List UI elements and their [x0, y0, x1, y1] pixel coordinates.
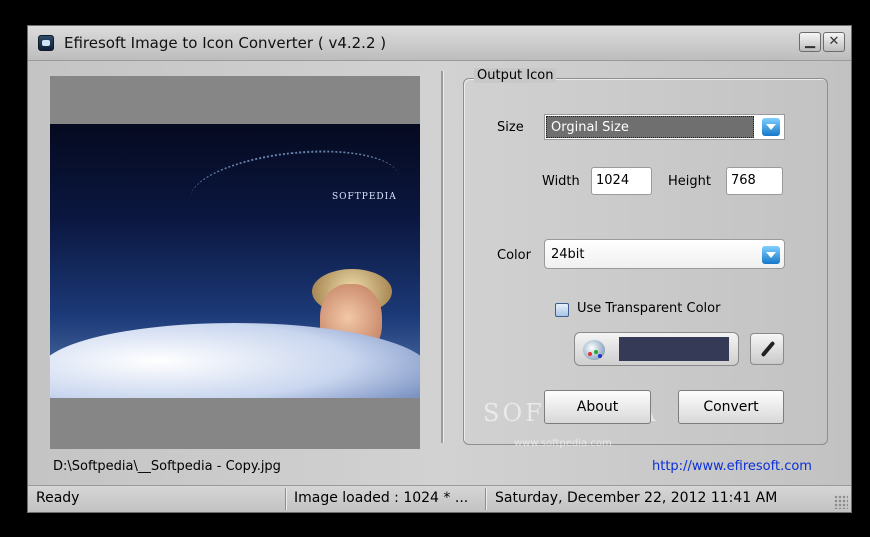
status-state: Ready [36, 490, 80, 506]
website-link[interactable]: http://www.efiresoft.com [652, 459, 812, 474]
status-divider [485, 488, 487, 510]
chevron-down-icon[interactable] [762, 246, 780, 264]
title-bar[interactable]: Efiresoft Image to Icon Converter ( v4.2… [28, 26, 851, 61]
transparent-color-well[interactable] [574, 332, 739, 366]
image-brand-text: SOFTPEDIA [332, 192, 397, 202]
size-label: Size [497, 120, 524, 135]
window-title: Efiresoft Image to Icon Converter ( v4.2… [64, 34, 387, 52]
transparent-color-checkbox[interactable] [555, 303, 569, 317]
minimize-button[interactable]: ▁ [799, 32, 821, 52]
preview-image: SOFTPEDIA [50, 124, 420, 398]
minimize-icon: ▁ [805, 34, 815, 49]
width-label: Width [542, 174, 580, 189]
color-dropdown[interactable]: 24bit [544, 239, 785, 269]
close-button[interactable]: ✕ [823, 32, 845, 52]
status-bar: Ready Image loaded : 1024 * ... Saturday… [28, 485, 851, 512]
close-icon: ✕ [828, 34, 840, 49]
image-preview: SOFTPEDIA [50, 76, 420, 449]
color-selected-value: 24bit [551, 247, 585, 262]
main-panel: SOFTPEDIA Output Icon Size Orginal Size … [28, 61, 851, 486]
chevron-down-icon[interactable] [762, 118, 780, 136]
status-datetime: Saturday, December 22, 2012 11:41 AM [495, 490, 778, 506]
app-window: Efiresoft Image to Icon Converter ( v4.2… [27, 25, 852, 513]
palette-icon [583, 340, 605, 360]
transparent-color-label[interactable]: Use Transparent Color [577, 301, 720, 316]
status-image-info: Image loaded : 1024 * ... [294, 490, 469, 506]
watermark-url: www.softpedia.com [514, 438, 612, 449]
height-field[interactable]: 768 [726, 167, 783, 195]
output-icon-legend: Output Icon [474, 68, 557, 83]
image-foam [50, 323, 420, 398]
app-icon [38, 35, 54, 51]
resize-grip[interactable] [834, 495, 848, 509]
file-path: D:\Softpedia\__Softpedia - Copy.jpg [53, 459, 281, 474]
color-swatch [619, 337, 729, 361]
decorative-swoosh [186, 141, 404, 235]
width-field[interactable]: 1024 [591, 167, 652, 195]
height-label: Height [668, 174, 711, 189]
color-label: Color [497, 248, 531, 263]
convert-button[interactable]: Convert [678, 390, 784, 424]
vertical-divider [441, 71, 444, 443]
about-button[interactable]: About [544, 390, 651, 424]
eyedropper-button[interactable] [750, 333, 784, 365]
status-divider [285, 488, 287, 510]
size-dropdown[interactable]: Orginal Size [544, 114, 785, 140]
size-selected-value: Orginal Size [546, 116, 754, 138]
